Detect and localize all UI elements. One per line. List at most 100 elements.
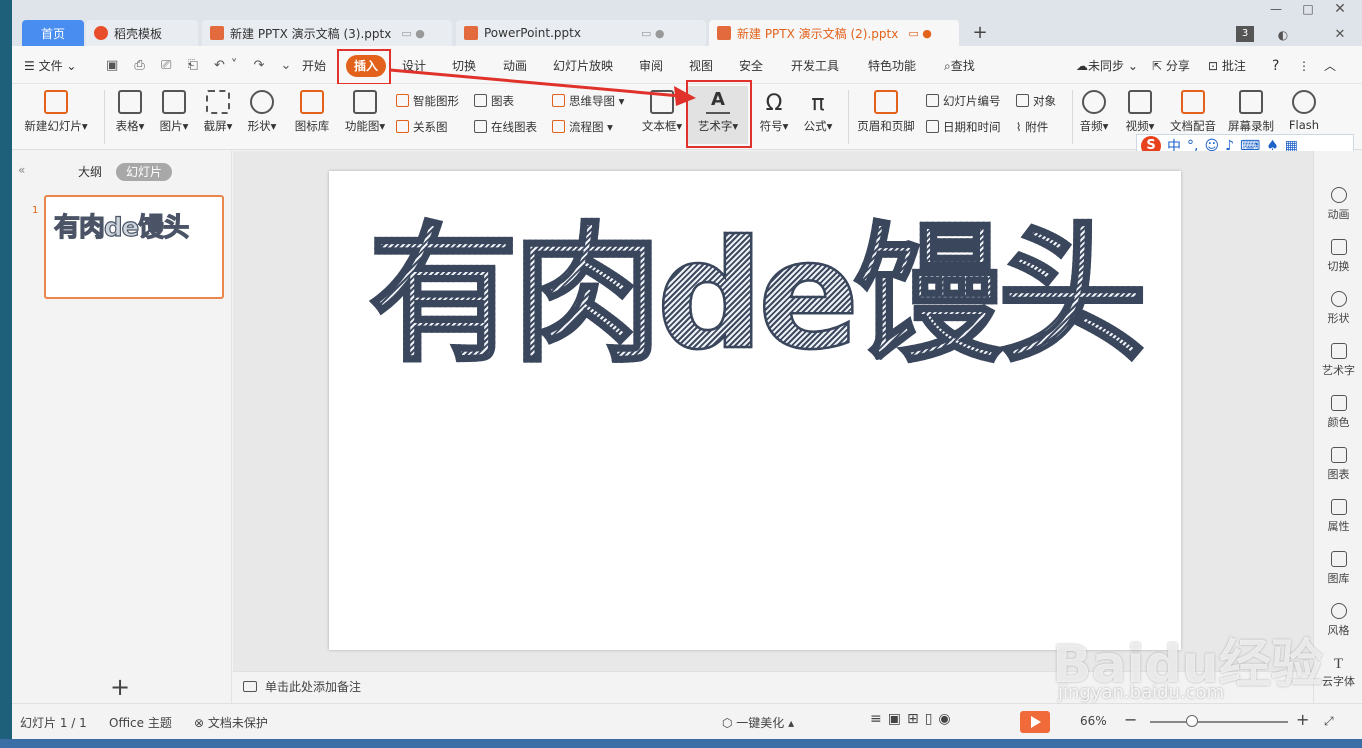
flash-button[interactable]: Flash	[1284, 90, 1324, 132]
more-options-icon[interactable]: ⋮	[1298, 55, 1310, 77]
function-chart-button[interactable]: 功能图▾	[340, 90, 390, 134]
picture-button[interactable]: 图片▾	[156, 90, 192, 134]
tab-unsaved-dot-icon[interactable]: ▭ ●	[908, 27, 932, 40]
tab-docer-templates[interactable]: 稻壳模板	[86, 20, 198, 46]
new-tab-button[interactable]: +	[970, 20, 990, 46]
symbol-button[interactable]: Ω 符号▾	[754, 90, 794, 134]
search-button[interactable]: ⌕查找	[944, 55, 975, 77]
slide-number-button[interactable]: 幻灯片编号	[926, 92, 1001, 110]
sidebar-label: 切换	[1327, 260, 1350, 273]
tab-slides[interactable]: 幻灯片	[116, 163, 173, 181]
sidebar-item-gallery[interactable]: 图库	[1314, 551, 1362, 586]
video-button[interactable]: 视频▾	[1122, 90, 1158, 134]
zoom-slider-handle[interactable]	[1186, 715, 1198, 727]
fit-window-icon[interactable]: ⤢	[1324, 714, 1334, 729]
header-footer-button[interactable]: 页眉和页脚	[854, 90, 918, 134]
avatar[interactable]: ◐	[1274, 26, 1292, 46]
thumbnail-text: 有肉de馒头	[53, 212, 189, 243]
chart-icon	[474, 94, 487, 107]
sidebar-item-color[interactable]: 颜色	[1314, 395, 1362, 430]
beautify-button[interactable]: ⬡ 一键美化 ▴	[722, 714, 794, 731]
maximize-icon[interactable]: □	[1296, 0, 1320, 20]
online-chart-label: 在线图表	[491, 120, 537, 134]
icon-library-button[interactable]: 图标库	[288, 90, 336, 134]
sidebar-item-chart[interactable]: 图表	[1314, 447, 1362, 482]
screen-record-button[interactable]: 屏幕录制	[1226, 90, 1276, 134]
tab-home[interactable]: 首页	[22, 20, 84, 46]
menu-tab-insert[interactable]: 插入	[346, 55, 387, 77]
tab-label: PowerPoint.pptx	[484, 26, 581, 40]
collapse-ribbon-icon[interactable]: ︿	[1324, 55, 1336, 77]
relation-chart-button[interactable]: 关系图	[396, 118, 448, 136]
zoom-level[interactable]: 66%	[1080, 714, 1107, 728]
quick-access-toolbar[interactable]: ▣ ⎙ ⎚ ⎗ ↶˅ ↷ ⌄	[106, 55, 297, 77]
tab-pin-icon[interactable]: ▭ ●	[641, 27, 665, 40]
theme-name[interactable]: Office 主题	[109, 714, 172, 731]
tab-powerpoint[interactable]: PowerPoint.pptx ▭ ●	[456, 20, 706, 46]
menu-tab-security[interactable]: 安全	[739, 55, 763, 77]
minimize-icon[interactable]: —	[1264, 0, 1288, 20]
menu-tab-features[interactable]: 特色功能	[868, 55, 916, 77]
sync-button[interactable]: ☁未同步 ⌄	[1076, 55, 1138, 77]
table-button[interactable]: 表格▾	[112, 90, 148, 134]
share-button[interactable]: ⇱ 分享	[1152, 55, 1190, 77]
file-menu[interactable]: ☰ 文件 ⌄	[24, 55, 76, 77]
sidebar-item-wordart[interactable]: 艺术字	[1314, 343, 1362, 378]
view-mode-buttons[interactable]: ≡▣⊞▯◉	[870, 711, 957, 727]
audio-button[interactable]: 音频▾	[1076, 90, 1112, 134]
attachment-button[interactable]: ⌇ 附件	[1016, 118, 1048, 136]
wordart-text[interactable]: 有肉de馒头	[365, 210, 1149, 383]
slide-thumbnail[interactable]: 有肉de馒头	[44, 195, 224, 299]
chart-label: 图表	[491, 94, 514, 108]
menu-tab-review[interactable]: 审阅	[639, 55, 663, 77]
sidebar-item-properties[interactable]: 属性	[1314, 499, 1362, 534]
chart-button[interactable]: 图表	[474, 92, 514, 110]
pi-icon: π	[811, 91, 825, 116]
zoom-in-button[interactable]: +	[1296, 710, 1309, 729]
sidebar-item-animation[interactable]: 动画	[1314, 187, 1362, 222]
zoom-slider[interactable]	[1150, 721, 1288, 723]
help-button[interactable]: ?	[1272, 55, 1279, 77]
object-button[interactable]: 对象	[1016, 92, 1056, 110]
menu-tab-slideshow[interactable]: 幻灯片放映	[553, 55, 613, 77]
omega-icon: Ω	[765, 91, 783, 116]
menu-tab-developer[interactable]: 开发工具	[791, 55, 839, 77]
menu-tab-design[interactable]: 设计	[402, 55, 426, 77]
shape-button[interactable]: 形状▾	[244, 90, 280, 134]
tab-document-3[interactable]: 新建 PPTX 演示文稿 (3).pptx ▭ ●	[202, 20, 452, 46]
sidebar-item-transition[interactable]: 切换	[1314, 239, 1362, 274]
protection-status[interactable]: ⊗ 文档未保护	[194, 714, 268, 731]
slide-canvas[interactable]: 有肉de馒头	[329, 171, 1181, 650]
menu-tab-animation[interactable]: 动画	[503, 55, 527, 77]
sidebar-item-shape[interactable]: 形状	[1314, 291, 1362, 326]
new-slide-button[interactable]: 新建幻灯片▾	[20, 90, 92, 134]
object-label: 对象	[1033, 94, 1056, 108]
video-label: 视频	[1125, 119, 1149, 133]
search-icon: ⌕	[944, 59, 951, 73]
doc-voice-button[interactable]: 文档配音	[1168, 90, 1218, 134]
smart-shape-button[interactable]: 智能图形	[396, 92, 459, 110]
tab-document-2-active[interactable]: 新建 PPTX 演示文稿 (2).pptx ▭ ●	[709, 20, 959, 46]
flowchart-button[interactable]: 流程图 ▾	[552, 118, 613, 136]
mindmap-button[interactable]: 思维导图 ▾	[552, 92, 624, 110]
screenshot-button[interactable]: 截屏▾	[200, 90, 236, 134]
menu-tab-home[interactable]: 开始	[302, 55, 326, 77]
add-slide-button[interactable]: +	[110, 673, 130, 701]
comment-button[interactable]: ⊡ 批注	[1208, 55, 1246, 77]
beautify-label: 一键美化	[736, 716, 785, 730]
datetime-button[interactable]: 日期和时间	[926, 118, 1001, 136]
zoom-out-button[interactable]: −	[1124, 710, 1137, 729]
formula-button[interactable]: π 公式▾	[798, 90, 838, 134]
tab-outline[interactable]: 大纲	[68, 163, 112, 181]
online-chart-button[interactable]: 在线图表	[474, 118, 537, 136]
menu-tab-view[interactable]: 视图	[689, 55, 713, 77]
tab-pin-icon[interactable]: ▭ ●	[401, 27, 425, 40]
close-icon[interactable]: ✕	[1328, 0, 1352, 20]
tab-count-badge[interactable]: 3	[1236, 26, 1254, 42]
tab-close-icon[interactable]: ✕	[1328, 26, 1352, 46]
pptx-file-icon	[210, 26, 224, 40]
play-slideshow-button[interactable]	[1020, 711, 1050, 733]
menu-tab-transition[interactable]: 切换	[452, 55, 476, 77]
wordart-button[interactable]: A 艺术字▾	[688, 86, 748, 144]
textbox-button[interactable]: 文本框▾	[638, 90, 686, 134]
